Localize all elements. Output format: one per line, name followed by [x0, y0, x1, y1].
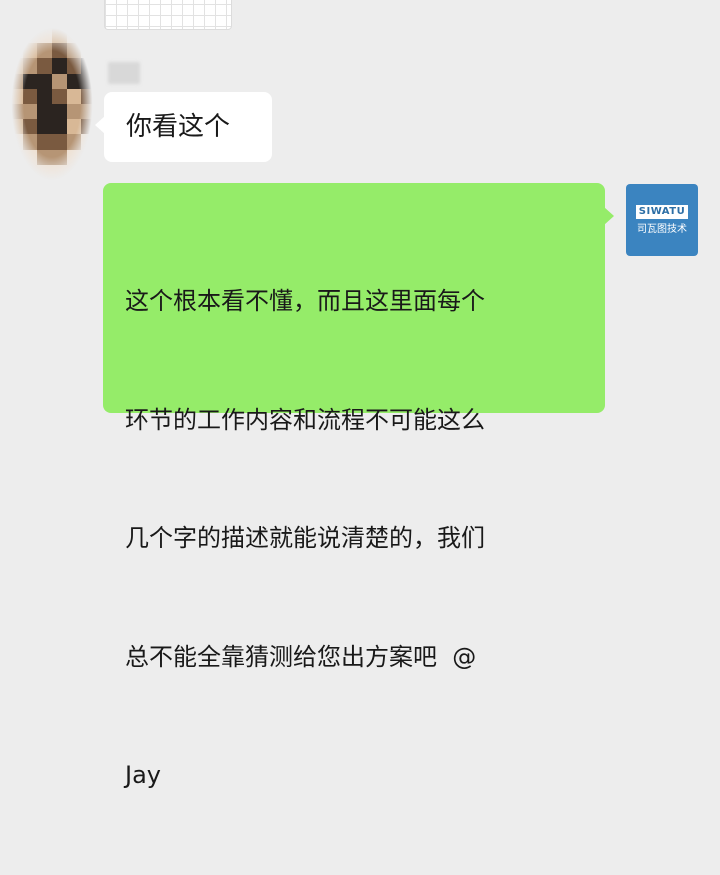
received-message-bubble[interactable]: 你看这个: [95, 92, 272, 162]
avatar-mosaic-tile: [8, 58, 23, 74]
avatar-mosaic-tile: [52, 58, 67, 74]
avatar-mosaic-tile: [22, 119, 38, 135]
avatar-mosaic-tile: [81, 119, 96, 135]
avatar-mosaic-tile: [37, 149, 52, 165]
avatar-mosaic-tile: [37, 103, 52, 120]
avatar-mosaic-tile: [66, 88, 82, 104]
avatar-mosaic-tile: [81, 149, 96, 165]
avatar-mosaic-tile: [8, 73, 23, 89]
avatar-mosaic-tile: [37, 164, 52, 180]
logo-caption: 司瓦图技术: [637, 223, 687, 235]
sent-message-line: 几个字的描述就能说清楚的，我们: [125, 524, 485, 552]
sent-message-line: Jay: [125, 761, 161, 789]
avatar-mosaic-tile: [22, 103, 38, 120]
avatar-mosaic-tile: [22, 164, 38, 180]
avatar-mosaic-tile: [66, 28, 82, 44]
avatar-mosaic-tile: [8, 134, 23, 150]
avatar-mosaic-tile: [52, 103, 67, 120]
avatar-mosaic-tile: [22, 73, 38, 89]
avatar-mosaic-tile: [8, 119, 23, 135]
sender-avatar[interactable]: [8, 28, 96, 180]
avatar-mosaic-tile: [8, 88, 23, 104]
siwatu-logo-text: SIWATU: [635, 204, 689, 219]
avatar-mosaic-tile: [81, 73, 96, 89]
avatar-mosaic-tile: [52, 28, 67, 44]
avatar-mosaic-tile: [8, 43, 23, 59]
avatar-mosaic-tile: [52, 119, 67, 135]
own-avatar[interactable]: SIWATU 司瓦图技术: [626, 184, 698, 256]
avatar-mosaic-tile: [52, 164, 67, 180]
avatar-mosaic-tile: [66, 149, 82, 165]
avatar-mosaic-tile: [81, 164, 96, 180]
avatar-mosaic-tile: [81, 88, 96, 104]
avatar-mosaic-tile: [81, 103, 96, 120]
avatar-mosaic-tile: [22, 58, 38, 74]
avatar-mosaic-tile: [37, 58, 52, 74]
avatar-mosaic-tile: [52, 43, 67, 59]
avatar-mosaic-tile: [66, 43, 82, 59]
avatar-mosaic-tile: [52, 73, 67, 89]
avatar-mosaic-tile: [37, 28, 52, 44]
avatar-mosaic-tile: [37, 73, 52, 89]
avatar-mosaic-tile: [8, 103, 23, 120]
avatar-mosaic-tile: [22, 28, 38, 44]
avatar-mosaic-tile: [52, 149, 67, 165]
avatar-mosaic-tile: [37, 43, 52, 59]
sent-message-bubble[interactable]: 这个根本看不懂，而且这里面每个 环节的工作内容和流程不可能这么 几个字的描述就能…: [103, 183, 614, 789]
avatar-mosaic-tile: [8, 164, 23, 180]
sent-message-line: 这个根本看不懂，而且这里面每个: [125, 287, 485, 315]
avatar-mosaic-tile: [37, 88, 52, 104]
avatar-mosaic-tile: [66, 73, 82, 89]
image-message-thumbnail[interactable]: [104, 0, 232, 30]
avatar-mosaic-tile: [8, 28, 23, 44]
received-message-text: 你看这个: [126, 112, 231, 142]
sender-nickname-blurred: [108, 62, 140, 84]
avatar-mosaic-tile: [81, 43, 96, 59]
avatar-mosaic-tile: [37, 134, 52, 150]
sent-message-line: 环节的工作内容和流程不可能这么: [125, 405, 485, 434]
avatar-mosaic-tile: [66, 134, 82, 150]
avatar-mosaic-tile: [66, 103, 82, 120]
avatar-mosaic-tile: [81, 134, 96, 150]
avatar-mosaic-tile: [66, 164, 82, 180]
avatar-mosaic-tile: [22, 134, 38, 150]
avatar-mosaic-tile: [66, 119, 82, 135]
avatar-mosaic-tile: [37, 119, 52, 135]
avatar-mosaic-tile: [22, 43, 38, 59]
avatar-mosaic-tile: [22, 88, 38, 104]
avatar-mosaic-tile: [81, 58, 96, 74]
avatar-mosaic-tile: [22, 149, 38, 165]
avatar-mosaic-tile: [52, 134, 67, 150]
avatar-mosaic-tile: [8, 149, 23, 165]
sent-message-line: 总不能全靠猜测给您出方案吧 @: [125, 642, 477, 671]
avatar-mosaic-tile: [66, 58, 82, 74]
chat-view: 你看这个 这个根本看不懂，而且这里面每个 环节的工作内容和流程不可能这么 几个字…: [0, 0, 720, 789]
avatar-mosaic-tile: [52, 88, 67, 104]
avatar-mosaic-tile: [81, 28, 96, 44]
